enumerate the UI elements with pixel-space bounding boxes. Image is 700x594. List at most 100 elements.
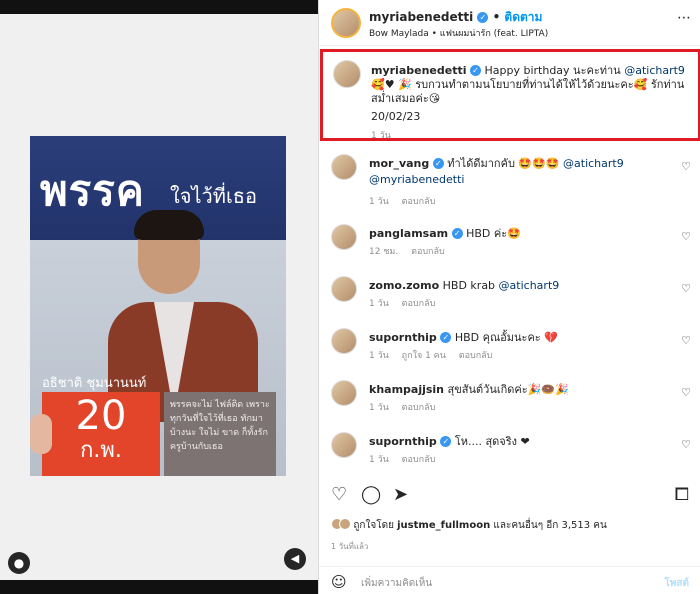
comment-body: โห.... สุดจริง ❤ <box>454 435 530 448</box>
reply-button[interactable]: ตอบกลับ <box>459 351 493 361</box>
post-header: myriabenedetti ✓ • ติดตาม Bow Maylada • … <box>319 0 700 46</box>
commenter-username[interactable]: mor_vang <box>369 157 429 170</box>
comment-time: 12 ชม. <box>369 247 399 257</box>
comment-mention-link-2[interactable]: @myriabenedetti <box>369 173 464 186</box>
verified-badge-icon: ✓ <box>451 228 463 239</box>
like-comment-heart-icon[interactable]: ♡ <box>681 160 691 173</box>
verified-badge-icon: ✓ <box>470 65 481 76</box>
commenter-avatar[interactable] <box>331 328 357 354</box>
follow-button[interactable]: ติดตาม <box>504 10 542 24</box>
comment-item: panglamsam ✓ HBD ค่ะ🤩 12 ชม. ตอบกลับ ♡ <box>319 222 700 274</box>
comment-meta: 1 วัน ตอบกลับ <box>369 194 445 208</box>
poster-candidate-name: อธิชาติ ชุมนานนท์ <box>42 376 147 391</box>
comment-time: 1 วัน <box>369 403 389 413</box>
post-media-panel: พรรค ใจไว้ที่เธอ อธิชาติ ชุมนานนท์ 20 ก.… <box>0 0 318 594</box>
caption-text-post: 🥰♥ 🎉 รบกวนทำตามนโยบายที่ท่านได้ให้ไว้ด้ว… <box>371 78 685 105</box>
comment-meta: 1 วัน ตอบกลับ <box>369 296 445 310</box>
commenter-avatar[interactable] <box>331 224 357 250</box>
comment-text: mor_vang ✓ ทำได้ดีมากคับ 🤩🤩🤩 @atichart9 … <box>369 156 665 188</box>
comment-item: khampajjsin สุขสันต์วันเกิดค่ะ🎉🍩🎉 1 วัน … <box>319 378 700 430</box>
caption-timestamp: 1 วัน <box>371 131 391 141</box>
likes-username[interactable]: justme_fullmoon <box>397 520 490 531</box>
reply-button[interactable]: ตอบกลับ <box>402 299 436 309</box>
comment-meta: 1 วัน ตอบกลับ <box>369 400 445 414</box>
caption-author-avatar[interactable] <box>333 60 361 88</box>
commenter-username[interactable]: khampajjsin <box>369 383 444 396</box>
comment-time: 1 วัน <box>369 299 389 309</box>
likes-summary[interactable]: ถูกใจโดย justme_fullmoon และคนอื่นๆ อีก … <box>331 518 607 533</box>
comment-body: HBD krab <box>442 279 499 292</box>
comment-like-count[interactable]: ถูกใจ 1 คน <box>402 351 446 361</box>
comment-text: zomo.zomo HBD krab @atichart9 <box>369 278 665 294</box>
post-audio-subtitle[interactable]: Bow Maylada • แฟนผมน่ารัก (feat. LIPTA) <box>369 26 548 40</box>
reply-button[interactable]: ตอบกลับ <box>402 455 436 465</box>
comment-text: supornthip ✓ HBD คุณอั้มนะคะ 💔 <box>369 330 665 346</box>
comment-text: panglamsam ✓ HBD ค่ะ🤩 <box>369 226 665 242</box>
comment-meta: 1 วัน ถูกใจ 1 คน ตอบกลับ <box>369 348 502 362</box>
author-avatar[interactable] <box>331 8 361 38</box>
comment-item: zomo.zomo HBD krab @atichart9 1 วัน ตอบก… <box>319 274 700 326</box>
verified-badge-icon: ✓ <box>440 436 452 447</box>
like-comment-heart-icon[interactable]: ♡ <box>681 386 691 399</box>
commenter-username[interactable]: supornthip <box>369 435 437 448</box>
tagged-user-icon[interactable]: ● <box>8 552 30 574</box>
reply-button[interactable]: ตอบกลับ <box>402 403 436 413</box>
comment-bubble-icon[interactable]: ◯ <box>361 484 381 505</box>
comment-time: 1 วัน <box>369 197 389 207</box>
caption-mention-link[interactable]: @atichart9 <box>624 64 685 77</box>
poster-quote: พรรคจะไม่ ไฟล์ติด เพราะทุกวันที่ใจไว้ที่… <box>164 392 276 476</box>
verified-badge-icon: ✓ <box>440 332 452 343</box>
caption-text: myriabenedetti ✓ Happy birthday นะคะท่าน… <box>371 64 693 106</box>
commenter-avatar[interactable] <box>331 276 357 302</box>
like-comment-heart-icon[interactable]: ♡ <box>681 334 691 347</box>
comment-meta: 1 วัน ตอบกลับ <box>369 452 445 466</box>
add-comment-bar: ☺ เพิ่มความคิดเห็น โพสต์ <box>319 566 700 594</box>
poster-slogan: ใจไว้ที่เธอ <box>170 184 258 208</box>
commenter-avatar[interactable] <box>331 432 357 458</box>
like-comment-heart-icon[interactable]: ♡ <box>681 438 691 451</box>
save-bookmark-icon[interactable]: ⧠ <box>675 484 689 505</box>
poster-party-title: พรรค <box>40 166 145 215</box>
comment-body: HBD ค่ะ🤩 <box>466 227 521 240</box>
comment-item: supornthip ✓ โห.... สุดจริง ❤ 1 วัน ตอบก… <box>319 430 700 482</box>
separator-dot: • <box>492 10 501 24</box>
author-username[interactable]: myriabenedetti <box>369 10 473 24</box>
share-send-icon[interactable]: ➤ <box>393 484 408 505</box>
like-comment-heart-icon[interactable]: ♡ <box>681 230 691 243</box>
poster-date-month: ก.พ. <box>80 438 122 463</box>
post-actions-bar: ♡ ◯ ➤ ⧠ <box>319 484 700 510</box>
comment-body: HBD คุณอั้มนะคะ 💔 <box>454 331 558 344</box>
comment-item: mor_vang ✓ ทำได้ดีมากคับ 🤩🤩🤩 @atichart9 … <box>319 152 700 207</box>
comment-item: supornthip ✓ HBD คุณอั้มนะคะ 💔 1 วัน ถูก… <box>319 326 700 378</box>
liker-avatar <box>339 518 351 530</box>
likes-text-pre: ถูกใจโดย <box>353 520 398 531</box>
commenter-username[interactable]: zomo.zomo <box>369 279 439 292</box>
commenter-avatar[interactable] <box>331 380 357 406</box>
comment-body: ทำได้ดีมากคับ 🤩🤩🤩 <box>447 157 564 170</box>
comment-time: 1 วัน <box>369 455 389 465</box>
reply-button[interactable]: ตอบกลับ <box>411 247 445 257</box>
commenter-username[interactable]: supornthip <box>369 331 437 344</box>
post-comment-button[interactable]: โพสต์ <box>664 576 689 591</box>
post-details-panel: myriabenedetti ✓ • ติดตาม Bow Maylada • … <box>318 0 700 594</box>
caption-username[interactable]: myriabenedetti <box>371 64 467 77</box>
sound-toggle-icon[interactable]: ◀ <box>284 548 306 570</box>
comment-body: สุขสันต์วันเกิดค่ะ🎉🍩🎉 <box>447 383 569 396</box>
post-caption: myriabenedetti ✓ Happy birthday นะคะท่าน… <box>320 49 700 141</box>
poster-date-box: 20 ก.พ. <box>42 392 160 476</box>
comment-input[interactable]: เพิ่มความคิดเห็น <box>361 576 432 591</box>
commenter-username[interactable]: panglamsam <box>369 227 448 240</box>
verified-badge-icon: ✓ <box>477 12 489 23</box>
more-options-icon[interactable]: ⋯ <box>677 10 691 26</box>
like-comment-heart-icon[interactable]: ♡ <box>681 282 691 295</box>
verified-badge-icon: ✓ <box>432 158 444 169</box>
emoji-icon[interactable]: ☺ <box>331 573 347 591</box>
comment-mention-link[interactable]: @atichart9 <box>499 279 560 292</box>
comment-time: 1 วัน <box>369 351 389 361</box>
commenter-avatar[interactable] <box>331 154 357 180</box>
author-username-line: myriabenedetti ✓ • ติดตาม <box>369 8 542 27</box>
poster-date-day: 20 <box>75 393 127 439</box>
reply-button[interactable]: ตอบกลับ <box>402 197 436 207</box>
comment-mention-link[interactable]: @atichart9 <box>563 157 624 170</box>
like-heart-icon[interactable]: ♡ <box>331 484 347 505</box>
